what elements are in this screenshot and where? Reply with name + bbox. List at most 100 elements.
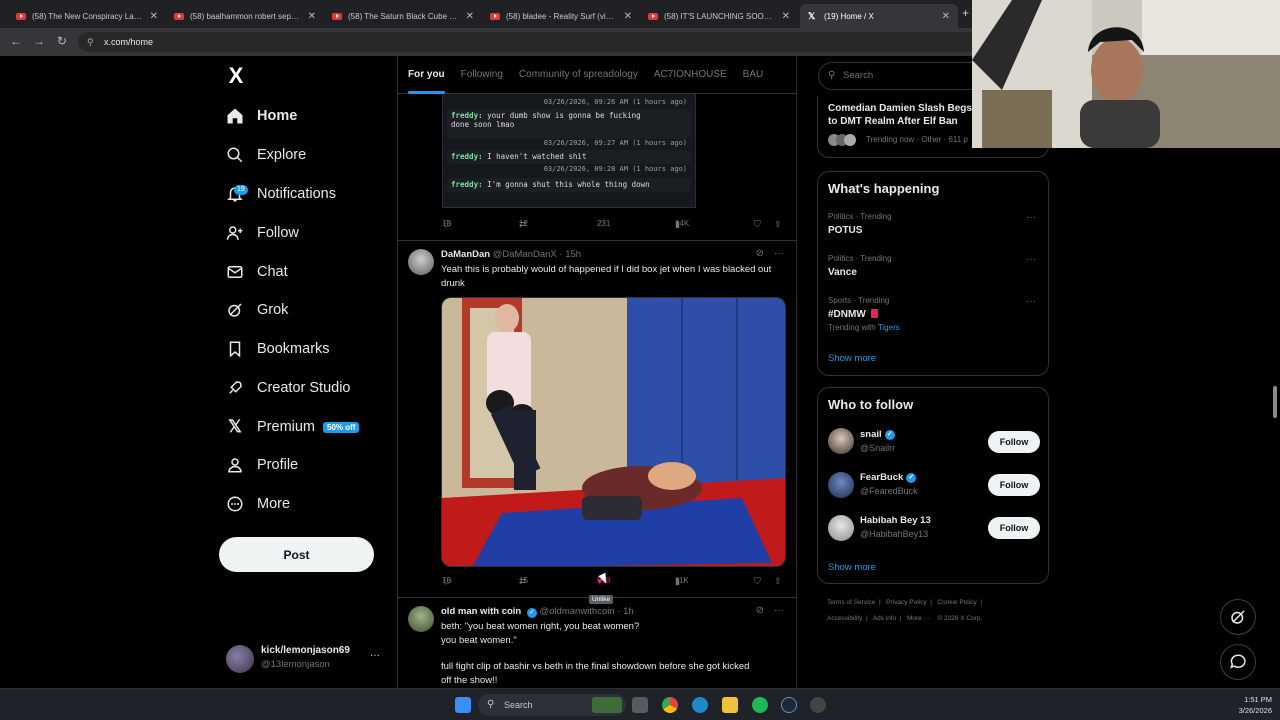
- show-more-link[interactable]: Show more: [828, 562, 876, 573]
- task-view-icon[interactable]: [632, 697, 648, 713]
- nav-item-premium[interactable]: 𝕏 Premium 50% off: [226, 413, 360, 441]
- footer-link[interactable]: Ads info: [873, 615, 897, 622]
- x-logo-icon[interactable]: X: [224, 64, 248, 88]
- post-button[interactable]: Post: [219, 537, 374, 572]
- close-icon[interactable]: ✕: [308, 11, 316, 22]
- chat-text: I haven't watched shit: [487, 152, 587, 161]
- new-tab-icon[interactable]: +: [962, 6, 969, 20]
- nav-item-bookmarks[interactable]: Bookmarks: [226, 335, 330, 363]
- close-icon[interactable]: ✕: [782, 11, 790, 22]
- browser-tab[interactable]: (58) bladee - Reality Surf (video) ✕: [482, 4, 640, 28]
- chrome-icon[interactable]: [662, 697, 678, 713]
- browser-tab[interactable]: (58) The Saturn Black Cube Time ✕: [324, 4, 482, 28]
- edge-icon[interactable]: [692, 697, 708, 713]
- reply-count: 18: [442, 219, 451, 228]
- footer-link[interactable]: Privacy Policy: [886, 599, 926, 606]
- more-horizontal-icon[interactable]: ···: [1026, 296, 1036, 307]
- nav-item-explore[interactable]: Explore: [226, 141, 306, 169]
- tab-ac7ionhouse[interactable]: AC7IONHOUSE: [654, 56, 727, 94]
- nav-item-follow[interactable]: Follow: [226, 219, 299, 247]
- share-icon: ⇪: [774, 576, 782, 586]
- youtube-icon: [16, 12, 26, 20]
- page-scrollbar[interactable]: [1270, 56, 1280, 688]
- reload-icon[interactable]: ↻: [57, 34, 67, 48]
- tab-community[interactable]: Community of spreadology: [519, 56, 638, 94]
- back-icon[interactable]: ←: [10, 34, 22, 48]
- nav-item-profile[interactable]: Profile: [226, 451, 298, 479]
- more-horizontal-icon[interactable]: ···: [1026, 212, 1036, 223]
- trend-title[interactable]: Vance: [828, 267, 857, 278]
- close-icon[interactable]: ✕: [466, 11, 474, 22]
- follow-button[interactable]: Follow: [988, 431, 1040, 453]
- browser-tab[interactable]: (58) The New Conspiracy Landscape ✕: [8, 4, 166, 28]
- trend-title[interactable]: POTUS: [828, 225, 862, 236]
- app-icon[interactable]: [810, 697, 826, 713]
- close-icon[interactable]: ✕: [624, 11, 632, 22]
- avatar[interactable]: [408, 606, 434, 632]
- search-icon: [226, 146, 244, 164]
- url-field[interactable]: ⚲ x.com/home: [78, 32, 978, 52]
- user-name[interactable]: snail ✓: [860, 429, 895, 440]
- follow-button[interactable]: Follow: [988, 474, 1040, 496]
- taskbar-search[interactable]: ⚲ Search: [478, 694, 626, 716]
- webcam-overlay: [972, 0, 1280, 148]
- footer-link[interactable]: Cookie Policy: [937, 599, 976, 606]
- footer-link[interactable]: Terms of Service: [827, 599, 875, 606]
- account-switcher[interactable]: kick/lemonjason69 @13lemonjason ···: [226, 642, 386, 676]
- browser-tab[interactable]: (58) IT'S LAUNCHING SOON! W ✕: [640, 4, 798, 28]
- close-icon[interactable]: ✕: [150, 11, 158, 22]
- grok-icon[interactable]: ⊘: [756, 248, 764, 259]
- nav-item-home[interactable]: Home: [226, 102, 297, 130]
- avatar[interactable]: [408, 249, 434, 275]
- tab-for-you[interactable]: For you: [408, 56, 445, 94]
- trend-title[interactable]: #DNMW: [828, 309, 878, 320]
- tab-following[interactable]: Following: [461, 56, 503, 94]
- story-meta: Trending now · Other · 611 p: [866, 135, 968, 144]
- chat-message: freddy: I'm gonna shut this whole thing …: [447, 178, 691, 192]
- user-name[interactable]: FearBuck ✓: [860, 472, 917, 483]
- site-info-icon[interactable]: ⚲: [87, 32, 94, 52]
- avatar[interactable]: [828, 428, 854, 454]
- scrollbar-thumb[interactable]: [1273, 386, 1277, 418]
- tweet-image-chat-screenshot[interactable]: 03/26/2026, 09:26 AM (1 hours ago) fredd…: [442, 94, 696, 208]
- browser-tab-active[interactable]: 𝕏 (19) Home / X ✕: [800, 4, 958, 28]
- trend-extra-link[interactable]: Tigers: [878, 323, 900, 332]
- system-clock[interactable]: 1:51 PM 3/26/2026: [1222, 694, 1272, 716]
- follow-button[interactable]: Follow: [988, 517, 1040, 539]
- avatar[interactable]: [828, 472, 854, 498]
- tweet-author-name[interactable]: DaManDan: [441, 249, 490, 260]
- browser-tab[interactable]: (58) baalhammon robert sepher ✕: [166, 4, 324, 28]
- nav-item-creator-studio[interactable]: Creator Studio: [226, 374, 351, 402]
- tweet-author-handle[interactable]: @DaManDanX · 15h: [493, 249, 581, 260]
- nav-item-notifications[interactable]: 19 Notifications: [226, 180, 336, 208]
- file-explorer-icon[interactable]: [722, 697, 738, 713]
- tweet-author-handle[interactable]: @oldmanwithcoin · 1h: [540, 606, 634, 617]
- steam-icon[interactable]: [781, 697, 797, 713]
- nav-item-more[interactable]: More: [226, 490, 290, 518]
- tweet-video[interactable]: [441, 297, 786, 567]
- grok-icon[interactable]: ⊘: [756, 605, 764, 616]
- show-more-link[interactable]: Show more: [828, 353, 876, 364]
- more-horizontal-icon[interactable]: ···: [1026, 254, 1036, 265]
- trend-extra-label: Trending with: [828, 323, 876, 332]
- windows-start-icon[interactable]: [455, 697, 471, 713]
- tab-bau[interactable]: BAU: [743, 56, 764, 94]
- more-horizontal-icon[interactable]: ···: [370, 650, 380, 661]
- footer-link[interactable]: More ···: [907, 615, 930, 622]
- grok-floating-button[interactable]: [1220, 599, 1256, 635]
- nav-item-chat[interactable]: Chat: [226, 258, 288, 286]
- spotify-icon[interactable]: [752, 697, 768, 713]
- panel-title: What's happening: [828, 181, 940, 196]
- user-name[interactable]: Habibah Bey 13: [860, 515, 931, 526]
- person-icon: [226, 456, 244, 474]
- messages-floating-button[interactable]: [1220, 644, 1256, 680]
- nav-item-grok[interactable]: Grok: [226, 296, 288, 324]
- footer-link[interactable]: Accessibility: [827, 615, 862, 622]
- more-horizontal-icon[interactable]: ···: [774, 605, 784, 616]
- forward-icon[interactable]: →: [33, 34, 45, 48]
- tweet-author-name[interactable]: old man with coin: [441, 606, 521, 617]
- more-horizontal-icon[interactable]: ···: [774, 248, 784, 259]
- avatar[interactable]: [828, 515, 854, 541]
- close-icon[interactable]: ✕: [942, 11, 950, 22]
- trend-extra: Trending with Tigers: [828, 323, 900, 332]
